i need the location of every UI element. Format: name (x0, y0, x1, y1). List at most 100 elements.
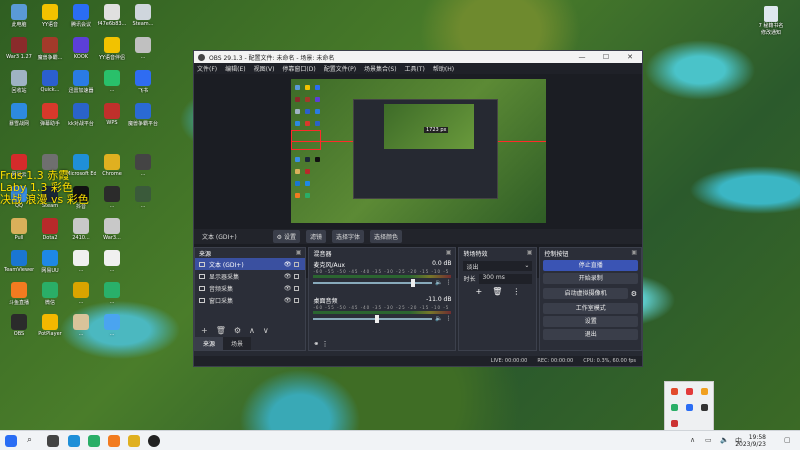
menu-docks[interactable]: 停靠窗口(D) (282, 64, 315, 73)
channel-menu-icon[interactable]: ⋮ (445, 279, 451, 286)
desktop-icon[interactable]: 暴雪战网 (4, 103, 34, 127)
desktop-icon[interactable]: Chrome (97, 154, 127, 177)
visibility-eye-icon[interactable]: 👁 (284, 297, 292, 304)
desktop-icon[interactable]: kk对战平台 (66, 103, 96, 127)
lock-icon[interactable] (294, 261, 300, 267)
windows-start-icon[interactable] (5, 435, 17, 447)
source-item[interactable]: 音频采集 👁 (195, 282, 305, 294)
tray-app-icon[interactable] (671, 420, 678, 427)
desktop-icon[interactable]: Pull (4, 218, 34, 241)
notification-icon[interactable]: ▢ (784, 436, 791, 444)
tray-app-icon[interactable] (686, 388, 693, 395)
select-color-button[interactable]: 选择颜色 (369, 230, 402, 243)
filters-button[interactable]: 滤镜 (305, 230, 326, 243)
desktop-icon[interactable]: Steam... (128, 4, 158, 27)
remove-transition-button[interactable]: 🗑 (492, 287, 502, 296)
maximize-button[interactable]: ☐ (594, 53, 618, 61)
desktop-icon[interactable]: OBS (4, 314, 34, 337)
volume-slider[interactable] (313, 278, 432, 287)
source-item[interactable]: 显示器采集 👁 (195, 270, 305, 282)
search-icon[interactable]: ⌕ (27, 435, 39, 447)
menu-tools[interactable]: 工具(T) (405, 64, 425, 73)
desktop-icon[interactable]: 斗鱼直播 (4, 282, 34, 306)
volume-slider-knob[interactable] (375, 314, 380, 323)
transition-select[interactable]: 淡出 ⌄ (463, 261, 533, 271)
tray-app-icon[interactable] (701, 404, 708, 411)
gear-icon[interactable]: ⚙ (631, 290, 637, 298)
source-item[interactable]: 文本 (GDI+) 👁 (195, 258, 306, 270)
desktop-icon[interactable]: ... (66, 250, 96, 273)
visibility-eye-icon[interactable]: 👁 (284, 261, 292, 268)
visibility-eye-icon[interactable]: 👁 (284, 273, 292, 280)
desktop-icon[interactable]: 2410... (66, 218, 96, 241)
menu-file[interactable]: 文件(F) (197, 64, 217, 73)
tray-app-icon[interactable] (686, 404, 693, 411)
speaker-icon[interactable]: 🔈 (435, 315, 442, 322)
tray-app-icon[interactable] (671, 404, 678, 411)
selection-box[interactable] (291, 130, 321, 150)
menu-help[interactable]: 帮助(H) (433, 64, 454, 73)
desktop-file-icon[interactable]: 7 秘籍书名 修改通知 (756, 6, 786, 36)
transition-menu-icon[interactable]: ⋮ (512, 287, 520, 296)
lock-icon[interactable] (294, 297, 300, 303)
chrome-icon[interactable] (128, 435, 140, 447)
dock-undock-icon[interactable]: ▣ (446, 249, 452, 257)
desktop-icon[interactable]: ... (128, 186, 158, 209)
lock-icon[interactable] (294, 273, 300, 279)
menu-view[interactable]: 视图(V) (254, 64, 275, 73)
dock-undock-icon[interactable]: ▣ (631, 249, 637, 257)
settings-button[interactable]: 设置 (543, 316, 639, 327)
remove-source-button[interactable]: 🗑 (216, 326, 226, 335)
obs-icon[interactable] (148, 435, 160, 447)
network-icon[interactable]: ▭ (705, 436, 712, 444)
studio-mode-button[interactable]: 工作室模式 (543, 303, 639, 314)
volume-slider[interactable] (313, 314, 432, 323)
exit-button[interactable]: 退出 (543, 329, 639, 340)
chevron-up-icon[interactable]: ∧ (690, 436, 695, 444)
menu-scene-collection[interactable]: 场景集合(S) (364, 64, 397, 73)
desktop-icon[interactable]: 微信 (35, 282, 65, 306)
desktop-icon[interactable]: f47e6b83... (97, 4, 127, 27)
app-icon[interactable] (88, 435, 100, 447)
desktop-icon[interactable]: ... (97, 282, 127, 305)
desktop-icon[interactable]: ... (97, 70, 127, 93)
desktop-icon[interactable]: War3 1.27 (4, 37, 34, 60)
tab-sources[interactable]: 来源 (195, 337, 224, 350)
desktop-icon[interactable]: ... (128, 154, 158, 177)
minimize-button[interactable]: — (570, 53, 594, 61)
desktop-icon[interactable]: 魔兽争霸... (35, 37, 65, 61)
desktop-icon[interactable]: ... (66, 314, 96, 337)
desktop-icon[interactable]: 飞书 (128, 70, 158, 94)
channel-menu-icon[interactable]: ⋮ (445, 315, 451, 322)
desktop-icon[interactable]: ... (97, 250, 127, 273)
tab-scenes[interactable]: 场景 (223, 337, 252, 350)
desktop-icon[interactable]: ... (66, 282, 96, 305)
visibility-eye-icon[interactable]: 👁 (284, 285, 292, 292)
duration-input[interactable]: 300 ms (479, 274, 533, 284)
tray-app-icon[interactable] (701, 388, 708, 395)
desktop-icon[interactable]: War3... (97, 218, 127, 241)
desktop-icon[interactable]: 此电脑 (4, 4, 34, 28)
close-button[interactable]: ✕ (618, 53, 642, 61)
desktop-icon[interactable]: ... (128, 37, 158, 60)
task-view-icon[interactable] (47, 435, 59, 447)
move-up-button[interactable]: ∧ (249, 326, 255, 335)
stop-streaming-button[interactable]: 停止直播 (543, 260, 639, 271)
edge-icon[interactable] (68, 435, 80, 447)
source-item[interactable]: 窗口采集 👁 (195, 294, 305, 306)
desktop-icon[interactable]: 回收站 (4, 70, 34, 94)
desktop-icon[interactable]: TeamViewer (4, 250, 34, 273)
source-properties-button[interactable]: ⚙ (234, 326, 241, 335)
desktop-icon[interactable]: YY语音伴侣 (97, 37, 127, 61)
mixer-menu-icon[interactable]: ⋮ (322, 340, 329, 348)
clock[interactable]: 19:58 2023/9/23 (735, 434, 766, 448)
title-bar[interactable]: OBS 29.1.3 - 配置文件: 未命名 - 场景: 未命名 — ☐ ✕ (194, 51, 642, 63)
desktop-icon[interactable]: ... (97, 314, 127, 337)
dock-undock-icon[interactable]: ▣ (527, 249, 533, 257)
dock-undock-icon[interactable]: ▣ (296, 249, 302, 257)
volume-icon[interactable]: 🔈 (720, 436, 729, 444)
desktop-icon[interactable]: ... (97, 186, 127, 209)
desktop-icon[interactable]: Dota2 (35, 218, 65, 241)
desktop-icon[interactable]: 网易UU (35, 250, 65, 274)
speaker-icon[interactable]: 🔈 (435, 279, 442, 286)
